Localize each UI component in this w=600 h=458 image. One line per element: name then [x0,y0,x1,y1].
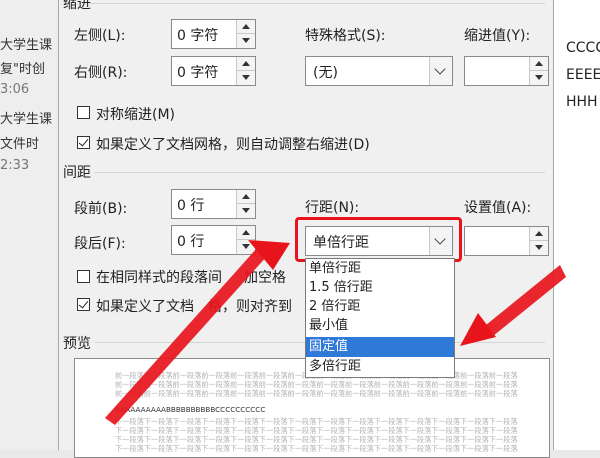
annotation-arrows [105,240,566,425]
arrow-to-line-spacing-icon [105,240,290,425]
arrow-to-fixed-value-icon [460,265,566,346]
